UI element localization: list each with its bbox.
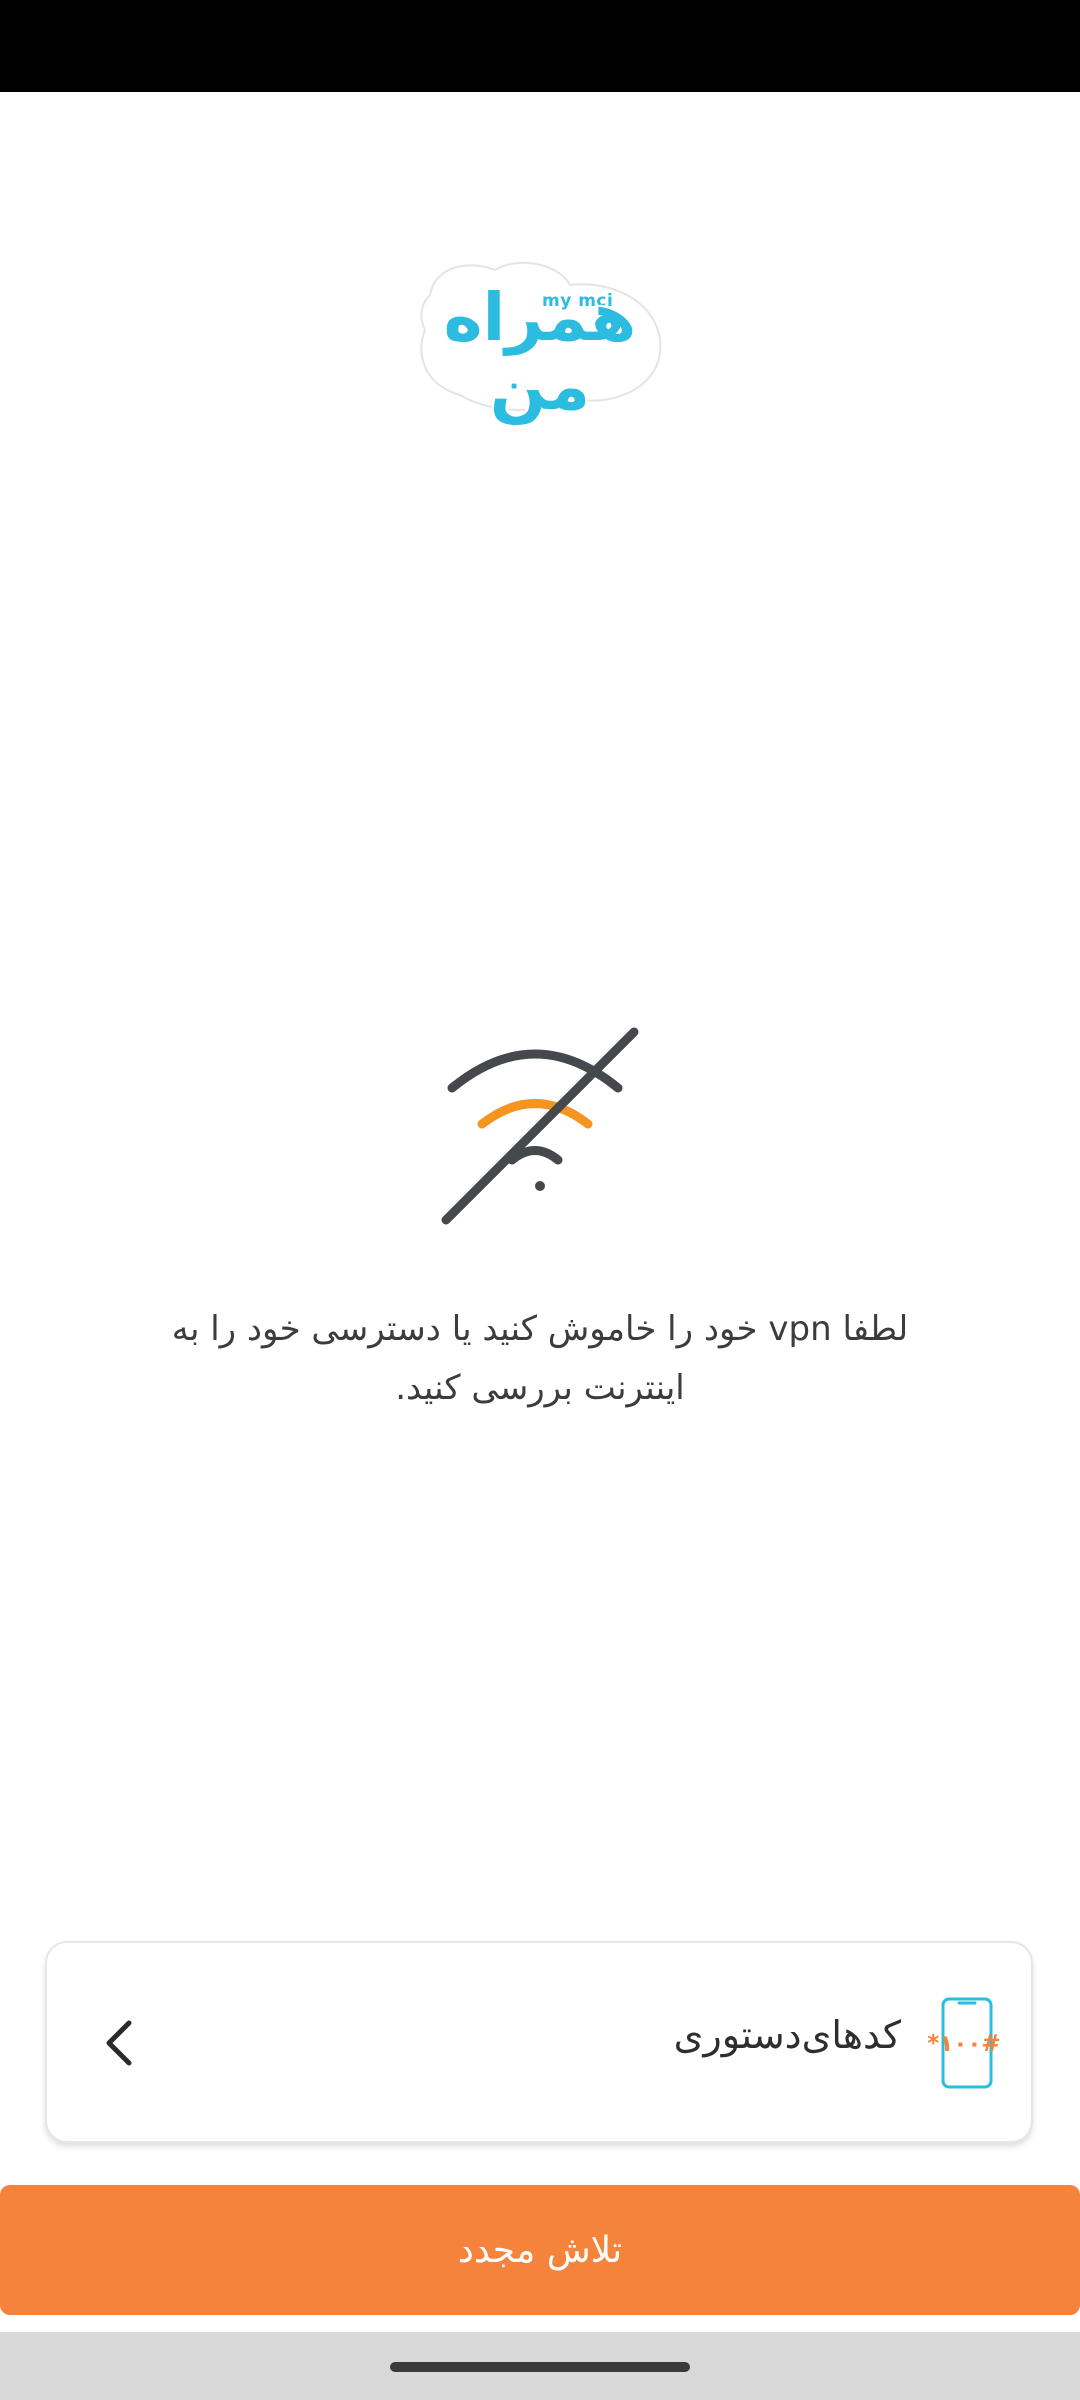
navigation-bar bbox=[0, 2332, 1080, 2400]
no-wifi-icon bbox=[441, 1027, 639, 1225]
home-indicator[interactable] bbox=[390, 2362, 690, 2372]
ussd-codes-label: کدهای‌دستوری bbox=[673, 2013, 901, 2057]
status-bar bbox=[0, 0, 1080, 92]
logo-title: همراه من bbox=[443, 279, 637, 426]
error-message: لطفا vpn خود را خاموش کنید یا دسترسی خود… bbox=[171, 1309, 909, 1408]
phone-ussd-icon: *۱۰۰# bbox=[927, 1997, 1001, 2089]
app-logo: my mci همراه من bbox=[410, 255, 670, 425]
chevron-left-icon bbox=[106, 2020, 132, 2066]
retry-button[interactable]: تلاش مجدد bbox=[0, 2185, 1080, 2315]
ussd-code-text: *۱۰۰# bbox=[927, 2031, 1000, 2057]
ussd-codes-card[interactable]: *۱۰۰# کدهای‌دستوری bbox=[45, 1941, 1033, 2143]
